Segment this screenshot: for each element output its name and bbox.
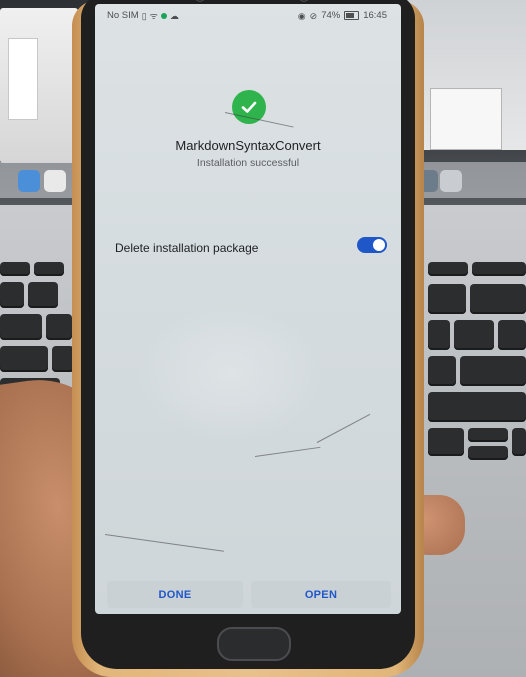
front-camera-icon [195, 0, 205, 2]
battery-icon [344, 11, 360, 20]
toggle-knob [373, 239, 385, 251]
dot-icon [160, 12, 167, 19]
phone-front: No SIM ▯ ᯤ ☁ ◉ ⊘ 74% 16:45 MarkdownSynta… [81, 0, 415, 669]
app-name: MarkdownSyntaxConvert [175, 138, 321, 153]
background-window-panel [430, 88, 502, 150]
phone: No SIM ▯ ᯤ ☁ ◉ ⊘ 74% 16:45 MarkdownSynta… [72, 0, 424, 677]
wifi-icon: ᯤ [149, 10, 158, 21]
cloud-icon: ☁ [169, 10, 179, 21]
status-right: ◉ ⊘ 74% 16:45 [298, 10, 387, 21]
photo: No SIM ▯ ᯤ ☁ ◉ ⊘ 74% 16:45 MarkdownSynta… [0, 0, 526, 677]
status-bar: No SIM ▯ ᯤ ☁ ◉ ⊘ 74% 16:45 [95, 4, 401, 26]
trash-icon [440, 170, 462, 192]
screen-glare [135, 304, 325, 444]
dock-app-icon [44, 170, 66, 192]
eye-icon: ◉ [297, 10, 306, 21]
clock: 16:45 [363, 10, 387, 21]
home-button[interactable] [217, 627, 291, 661]
open-button[interactable]: OPEN [251, 581, 391, 608]
mute-icon: ⊘ [309, 10, 318, 21]
delete-package-toggle[interactable] [357, 237, 387, 253]
sensor-icon [299, 0, 309, 2]
carrier-text: No SIM [107, 10, 139, 21]
background-window [0, 8, 78, 163]
install-status: Installation successful [196, 157, 300, 169]
delete-package-label: Delete installation package [115, 241, 259, 255]
screen-crack [254, 446, 321, 457]
phone-screen: No SIM ▯ ᯤ ☁ ◉ ⊘ 74% 16:45 MarkdownSynta… [95, 4, 401, 614]
status-left: No SIM ▯ ᯤ ☁ [107, 10, 179, 21]
battery-percent: 74% [321, 10, 341, 21]
screen-crack [104, 534, 224, 552]
done-button[interactable]: DONE [107, 581, 243, 608]
phone-chin [81, 614, 415, 669]
dock-app-icon [18, 170, 40, 192]
sim-icon: ▯ [141, 10, 147, 21]
